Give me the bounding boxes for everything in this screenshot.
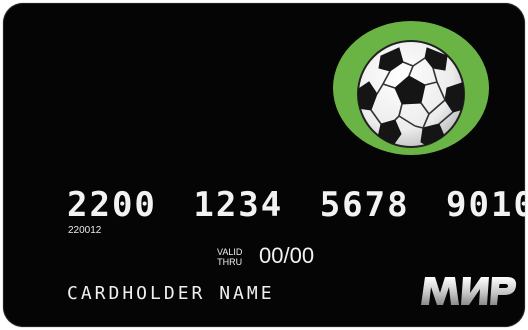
expiry-date: 00/00	[259, 243, 315, 268]
card-number: 2200 1234 5678 9010	[67, 185, 525, 225]
valid-thru-label: VALID THRU	[217, 247, 242, 267]
cardholder-name: CARDHOLDER NAME	[67, 283, 275, 304]
mir-logo	[421, 277, 517, 305]
bank-card: 2200 1234 5678 9010 220012 VALID THRU 00…	[3, 3, 525, 327]
valid-label-line2: THRU	[217, 257, 243, 267]
card-number-prefix: 220012	[68, 225, 102, 236]
valid-label-line1: VALID	[217, 247, 243, 257]
soccer-ball-icon	[357, 40, 465, 148]
